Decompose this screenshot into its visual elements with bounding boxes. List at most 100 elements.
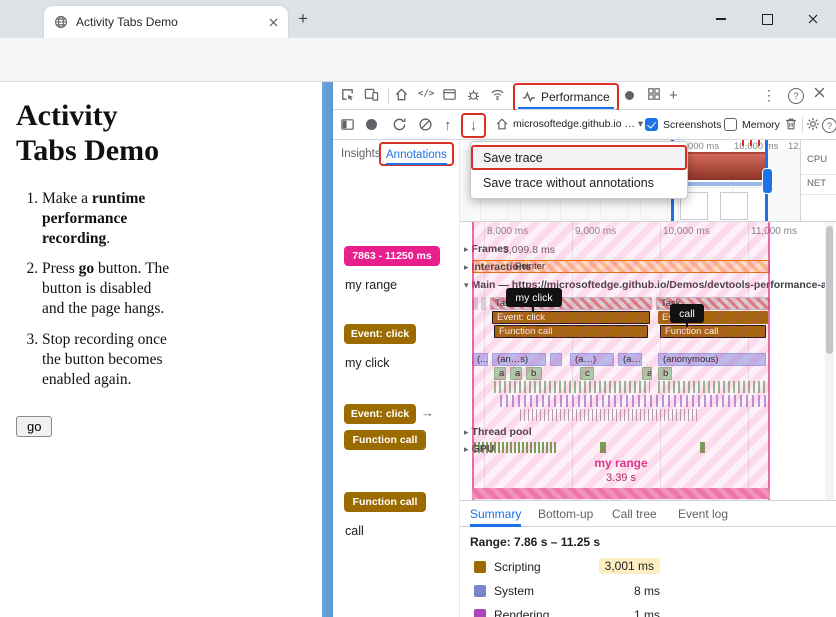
track-frames[interactable]: ▸Frames: [464, 243, 509, 255]
legend-color-rendering: [474, 609, 486, 617]
js-frame-bar[interactable]: (a…s): [618, 353, 642, 366]
elements-panel-icon[interactable]: </>: [418, 89, 434, 99]
welcome-panel-icon[interactable]: [394, 87, 409, 102]
devtools-menu-button[interactable]: ⋮: [762, 87, 776, 104]
scrollbar-thumb[interactable]: [826, 226, 833, 354]
minimize-button[interactable]: [698, 0, 744, 38]
tab-close-icon[interactable]: [269, 18, 278, 27]
perf-help-icon[interactable]: ?: [822, 118, 836, 133]
issues-panel-icon[interactable]: [466, 87, 481, 102]
event-click-bar[interactable]: Event: click: [492, 311, 650, 324]
flame-activity[interactable]: [494, 381, 650, 393]
performance-toolbar: ↑ ↓ microsoftedge.github.io … ▾ Screensh…: [333, 110, 836, 140]
flame-activity[interactable]: [500, 395, 768, 407]
screenshot-thumbnail[interactable]: [720, 192, 748, 220]
js-frame-bar[interactable]: (anonymous): [658, 353, 766, 366]
entry-label-my-click[interactable]: my click: [506, 288, 562, 307]
track-gpu[interactable]: ▸GPU: [464, 443, 494, 455]
timeline-scrollbar[interactable]: [825, 222, 834, 500]
record-button[interactable]: [366, 119, 377, 130]
screenshots-checkbox[interactable]: [645, 118, 658, 131]
tab-call-tree[interactable]: Call tree: [612, 507, 657, 521]
tab-performance[interactable]: Performance: [518, 86, 614, 109]
tab-summary[interactable]: Summary: [470, 507, 521, 527]
layout-panel-icon[interactable]: [647, 87, 661, 101]
menu-item-save-trace-without-annotations[interactable]: Save trace without annotations: [471, 170, 687, 195]
browser-tab[interactable]: Activity Tabs Demo: [44, 6, 288, 38]
inspect-icon[interactable]: [340, 87, 355, 102]
upload-trace-button[interactable]: ↑: [444, 117, 452, 134]
range-annotation-badge[interactable]: 7863 - 11250 ms: [344, 246, 440, 266]
live-metrics-home-icon[interactable]: [495, 117, 509, 131]
annotations-sidebar: Insights Annotations 7863 - 11250 ms my …: [333, 140, 460, 617]
trace-history-dropdown[interactable]: microsoftedge.github.io … ▾: [513, 118, 643, 130]
long-task-tick: [750, 140, 752, 146]
device-toolbar-icon[interactable]: [364, 87, 379, 102]
tab-insights[interactable]: Insights: [341, 148, 381, 160]
record-and-reload-button[interactable]: [392, 117, 407, 132]
flame-activity[interactable]: [658, 381, 766, 393]
entry-annotation-badge[interactable]: Event: click: [344, 324, 416, 344]
js-frame-bar[interactable]: (an…s): [492, 353, 546, 366]
range-annotation-name[interactable]: my range: [472, 456, 770, 470]
range-annotation-label[interactable]: my range: [345, 278, 397, 292]
js-frame-bar[interactable]: (...): [472, 353, 488, 366]
js-frame-bar[interactable]: a: [642, 367, 652, 380]
network-panel-icon[interactable]: [490, 87, 505, 102]
memory-checkbox[interactable]: [724, 118, 737, 131]
devtools-splitter[interactable]: [322, 82, 333, 617]
js-frame-bar[interactable]: (a…): [570, 353, 614, 366]
performance-pulse-icon: [522, 91, 536, 103]
trash-icon[interactable]: [784, 117, 798, 131]
js-frame-bar[interactable]: b: [658, 367, 672, 380]
titlebar: Activity Tabs Demo +: [0, 0, 836, 38]
track-thread-pool[interactable]: ▸Thread pool: [464, 426, 532, 438]
toolbar-separator: [802, 117, 803, 133]
tab-annotations[interactable]: Annotations: [386, 149, 447, 165]
js-frame-bar[interactable]: a: [494, 367, 506, 380]
toggle-sidebar-icon[interactable]: [340, 117, 355, 132]
link-annotation-to-badge[interactable]: Function call: [344, 430, 426, 450]
entry-annotation-badge[interactable]: Function call: [344, 492, 426, 512]
maximize-button[interactable]: [744, 0, 790, 38]
browser-window: Activity Tabs Demo + ← https://microsoft…: [0, 0, 836, 617]
download-button-highlight: ↓: [461, 113, 486, 138]
range-annotation-band[interactable]: [472, 488, 770, 499]
overview-right-grip[interactable]: [762, 168, 773, 194]
entry-annotation-label[interactable]: call: [345, 524, 364, 538]
js-frame-bar[interactable]: [550, 353, 562, 366]
js-frame-bar[interactable]: c: [580, 367, 594, 380]
tab-event-log[interactable]: Event log: [678, 507, 728, 521]
close-window-button[interactable]: [790, 0, 836, 38]
track-interactions[interactable]: ▸Interactions: [464, 261, 531, 273]
js-frame-bar[interactable]: b: [526, 367, 542, 380]
gpu-activity[interactable]: [700, 442, 705, 453]
settings-gear-icon[interactable]: [806, 117, 820, 131]
legend-value: 3,001 ms: [570, 559, 660, 573]
legend-value: 8 ms: [570, 584, 660, 598]
flame-activity[interactable]: [520, 409, 700, 421]
entry-label-call[interactable]: call: [670, 304, 704, 323]
console-panel-icon[interactable]: [442, 87, 457, 102]
function-call-bar[interactable]: Function call: [494, 325, 648, 338]
task-bar[interactable]: [481, 297, 486, 310]
gpu-activity[interactable]: [600, 442, 606, 453]
function-call-bar[interactable]: Function call: [660, 325, 766, 338]
menu-item-save-trace[interactable]: Save trace: [471, 145, 687, 170]
tab-title: Activity Tabs Demo: [76, 15, 269, 29]
recorder-panel-icon[interactable]: [625, 91, 634, 100]
help-button[interactable]: ?: [788, 88, 804, 104]
tab-bottom-up[interactable]: Bottom-up: [538, 507, 593, 521]
js-frame-bar[interactable]: a: [510, 367, 522, 380]
clear-button[interactable]: [418, 117, 433, 132]
webpage: Activity Tabs Demo Make a runtime perfor…: [0, 82, 322, 617]
go-button[interactable]: go: [16, 416, 52, 437]
save-trace-menu: Save trace Save trace without annotation…: [470, 141, 688, 199]
entry-annotation-label[interactable]: my click: [345, 356, 389, 370]
new-tab-button[interactable]: +: [298, 9, 308, 29]
link-annotation-from-badge[interactable]: Event: click: [344, 404, 416, 424]
overview-meter-column: CPU NET: [800, 140, 836, 221]
close-devtools-button[interactable]: [814, 87, 825, 98]
add-panel-button[interactable]: +: [669, 87, 678, 104]
save-trace-button[interactable]: ↓: [465, 117, 482, 134]
